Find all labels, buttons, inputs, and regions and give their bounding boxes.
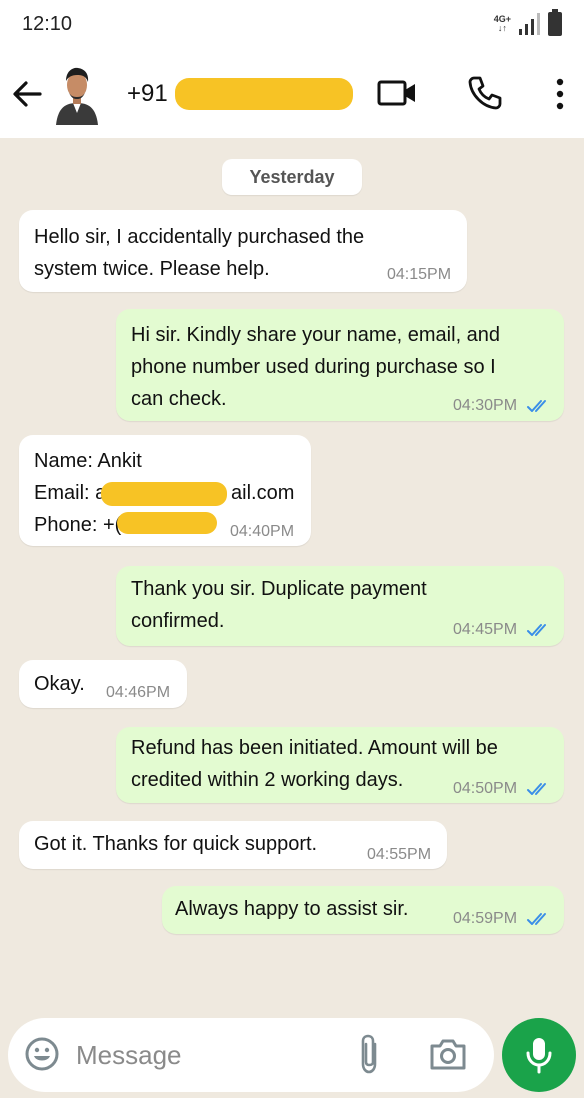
message-incoming[interactable]: Okay. 04:46PM [19,660,187,708]
message-incoming[interactable]: Got it. Thanks for quick support. 04:55P… [19,821,447,869]
message-time: 04:55PM [367,846,432,863]
redacted-phone [117,512,217,534]
message-input[interactable] [76,1036,336,1074]
read-receipt-icon [527,913,546,925]
redacted-email [101,482,227,506]
message-time: 04:45PM [453,621,518,638]
message-text: Okay. [34,673,85,695]
contact-avatar[interactable] [52,61,102,125]
message-time: 04:46PM [106,684,171,701]
message-text: Refund has been initiated. Amount will b… [131,737,498,791]
date-divider: Yesterday [222,159,362,195]
status-icons: 4G+ ↓↑ [494,9,562,36]
mic-icon [526,1038,552,1074]
contact-name-line: Name: Ankit [34,450,142,472]
mic-button[interactable] [502,1018,576,1092]
redacted-phone-number [175,78,353,110]
chat-header: +91 [0,48,584,138]
message-text: Hello sir, I accidentally purchased the … [34,226,365,280]
message-time: 04:59PM [453,910,518,927]
message-time: 04:40PM [230,523,295,540]
voice-call-icon[interactable] [466,74,504,112]
read-receipt-icon [527,624,546,636]
message-time: 04:30PM [453,397,518,414]
signal-icon [519,13,540,35]
contact-number[interactable]: +91 [127,80,168,108]
attach-icon[interactable] [354,1032,384,1076]
message-outgoing[interactable]: Thank you sir. Duplicate payment confirm… [116,566,564,646]
battery-icon [548,9,562,36]
message-incoming[interactable]: Hello sir, I accidentally purchased the … [19,210,467,292]
message-text: Got it. Thanks for quick support. [34,833,318,855]
message-time: 04:50PM [453,780,518,797]
contact-phone-prefix: Phone: +( [34,514,122,536]
status-time: 12:10 [22,12,73,35]
message-composer [8,1018,494,1092]
chat-area[interactable]: Yesterday Hello sir, I accidentally purc… [0,138,584,1098]
message-time: 04:15PM [387,266,452,283]
message-outgoing[interactable]: Refund has been initiated. Amount will b… [116,727,564,803]
contact-email-suffix: ail.com [231,482,295,504]
message-incoming[interactable]: Name: Ankit Email: a ail.com Phone: +( 0… [19,435,311,546]
more-vert-icon[interactable] [550,76,570,112]
status-bar: 12:10 4G+ ↓↑ [0,0,584,48]
message-outgoing[interactable]: Hi sir. Kindly share your name, email, a… [116,309,564,421]
network-indicator: 4G+ ↓↑ [494,15,511,33]
message-text: Always happy to assist sir. [175,898,409,920]
back-arrow-icon[interactable] [10,76,46,112]
message-outgoing[interactable]: Always happy to assist sir. 04:59PM [162,886,564,934]
message-text: Hi sir. Kindly share your name, email, a… [131,324,501,410]
message-text: Thank you sir. Duplicate payment confirm… [131,578,427,632]
video-call-icon[interactable] [376,76,418,110]
camera-icon[interactable] [428,1036,468,1072]
read-receipt-icon [527,400,546,412]
read-receipt-icon [527,783,546,795]
network-arrows: ↓↑ [497,23,507,33]
contact-email-prefix: Email: a [34,482,107,504]
emoji-icon[interactable] [24,1036,60,1072]
